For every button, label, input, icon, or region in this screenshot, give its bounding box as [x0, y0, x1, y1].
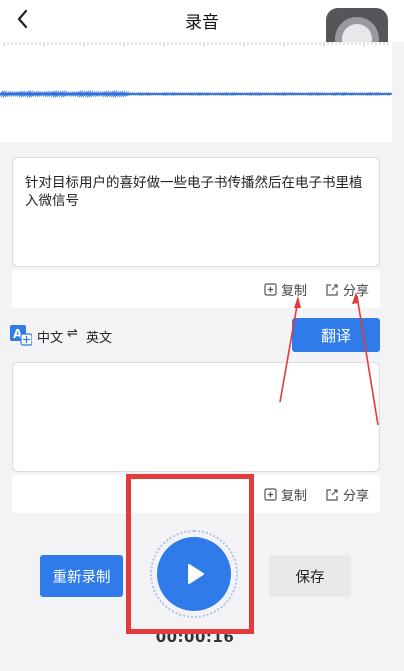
copy-translation-button[interactable]: 复制 [264, 485, 307, 504]
source-language[interactable]: 中文 [37, 327, 63, 346]
share-translation-button[interactable]: 分享 [325, 485, 369, 504]
copy-button[interactable]: 复制 [264, 280, 307, 299]
share-icon [326, 284, 338, 296]
target-language[interactable]: 英文 [86, 327, 112, 346]
transcript-box[interactable]: 针对目标用户的喜好做一些电子书传播然后在电子书里植入微信号 [12, 157, 380, 267]
save-button[interactable]: 保存 [269, 555, 351, 597]
copy-icon [264, 283, 277, 296]
waveform-icon [0, 42, 393, 99]
copy-label: 复制 [281, 284, 308, 299]
share-icon [326, 489, 338, 501]
share-label: 分享 [343, 489, 370, 504]
translation-box[interactable] [12, 362, 380, 472]
annotation-highlight-box [126, 474, 254, 634]
transcript-actions: 复制 分享 [12, 270, 380, 308]
translate-button[interactable]: 翻译 [292, 318, 380, 352]
waveform-area [0, 42, 393, 142]
transcript-text: 针对目标用户的喜好做一些电子书传播然后在电子书里植入微信号 [25, 175, 363, 209]
share-button[interactable]: 分享 [325, 280, 369, 299]
swap-language-icon[interactable]: ⇌ [67, 326, 78, 341]
copy-label: 复制 [281, 489, 308, 504]
rerecord-button[interactable]: 重新录制 [40, 555, 123, 597]
copy-icon [264, 488, 277, 501]
share-label: 分享 [343, 284, 370, 299]
translate-icon: A [10, 325, 32, 346]
